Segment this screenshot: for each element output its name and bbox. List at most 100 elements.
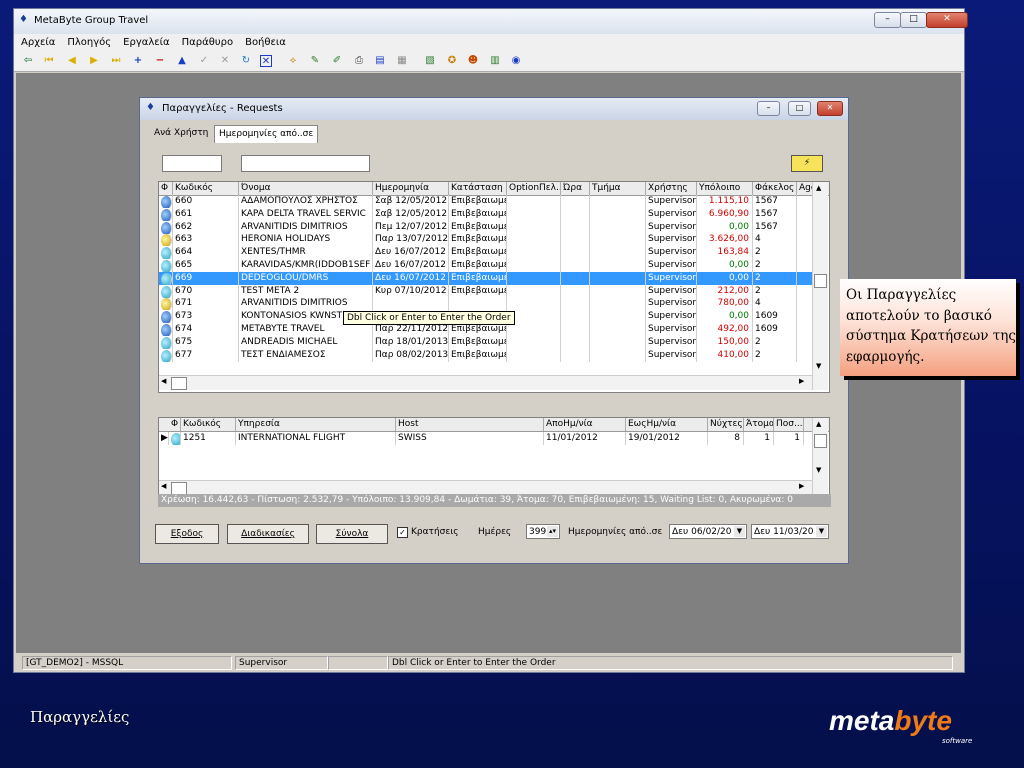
requests-close-button[interactable]: ✕	[817, 101, 843, 116]
minimize-button[interactable]: –	[874, 12, 901, 28]
add-icon[interactable]: +	[132, 55, 144, 67]
menu-files[interactable]: Αρχεία	[14, 34, 60, 48]
services-col-header[interactable]: Ποσ...	[774, 418, 804, 431]
requests-col-header[interactable]: OptionΠελ..	[507, 182, 561, 195]
date-from-picker[interactable]: Δευ 06/02/20 ▼	[669, 524, 747, 539]
requests-col-header[interactable]: Φάκελος	[753, 182, 797, 195]
tab-by-user[interactable]: Ανά Χρήστη	[150, 125, 212, 142]
help-icon[interactable]: ◉	[510, 55, 522, 67]
requests-col-header[interactable]: Φ	[159, 182, 173, 195]
services-col-header[interactable]: Κωδικός	[181, 418, 236, 431]
requests-col-header[interactable]: Υπόλοιπο	[697, 182, 753, 195]
services-scroll-down-icon[interactable]: ▼	[816, 466, 821, 474]
requests-col-header[interactable]: Κωδικός	[173, 182, 239, 195]
scroll-left-arrow-icon[interactable]: ◀	[161, 377, 166, 385]
scroll-right-arrow-icon[interactable]: ▶	[799, 377, 804, 385]
services-scroll-right-icon[interactable]: ▶	[799, 482, 804, 490]
menu-window[interactable]: Παράθυρο	[175, 34, 238, 48]
requests-scrollbar-horizontal[interactable]: ◀ ▶	[159, 375, 812, 390]
menu-tools[interactable]: Εργαλεία	[116, 34, 174, 48]
table-row[interactable]: 663 HERONIA HOLIDAYS Παρ 13/07/2012 Επιβεβα…	[159, 233, 814, 247]
filter-add-icon[interactable]: ✎	[309, 55, 321, 67]
tab-date-range[interactable]: Ημερομηνίες από..σε	[214, 125, 319, 143]
services-col-header[interactable]: ΕωςΗμ/νία	[626, 418, 708, 431]
requests-minimize-button[interactable]: –	[757, 101, 780, 116]
services-col-header[interactable]: ΑποΗμ/νία	[544, 418, 626, 431]
exit-icon[interactable]: ⇦	[22, 55, 34, 67]
print-icon[interactable]: ⎙	[353, 55, 365, 67]
services-col-header[interactable]: Φ	[169, 418, 181, 431]
table-row[interactable]: ▶ 1251 INTERNATIONAL FLIGHT SWISS 11/01/2012…	[159, 432, 812, 445]
requests-maximize-button[interactable]: □	[788, 101, 811, 116]
requests-col-header[interactable]: Κατάσταση	[449, 182, 507, 195]
requests-col-header[interactable]: Χρήστης	[646, 182, 697, 195]
totals-button[interactable]: Σύνολα	[316, 524, 388, 544]
table-row[interactable]: 662 ARVANITIDIS DIMITRIOS Πεμ 12/07/2012 Επ…	[159, 220, 814, 234]
table-row[interactable]: 669 DEDEOGLOU/DMRS Δευ 16/07/2012 Επιβεβαιω…	[159, 271, 814, 285]
table-row[interactable]: 664 XENTES/THMR Δευ 16/07/2012 Επιβεβαιωμέ S…	[159, 246, 814, 260]
services-scrollbar-vertical[interactable]: ▲ ▼	[812, 418, 828, 494]
table-row[interactable]: 675 ANDREADIS MICHAEL Παρ 18/01/2013 Επιβεβ…	[159, 335, 814, 349]
date-to-picker[interactable]: Δευ 11/03/20 ▼	[751, 524, 829, 539]
scroll-up-arrow-icon[interactable]: ▲	[816, 184, 821, 192]
date-to-dropdown-icon[interactable]: ▼	[816, 526, 827, 537]
tools-icon[interactable]: ✪	[446, 55, 458, 67]
last-record-icon[interactable]: ⏭	[110, 55, 122, 67]
report-icon[interactable]: ▧	[424, 55, 436, 67]
procedures-button[interactable]: Διαδικασίες	[227, 524, 309, 544]
close-button[interactable]: ✕	[926, 12, 968, 28]
scroll-thumb[interactable]	[814, 274, 827, 288]
services-col-header[interactable]: Νύχτες	[708, 418, 744, 431]
menu-navigator[interactable]: Πλοηγός	[60, 34, 116, 48]
cell-host: SWISS	[396, 432, 544, 445]
filter-icon[interactable]: ⟡	[287, 55, 299, 67]
name-search-input[interactable]	[241, 155, 370, 172]
preview-icon[interactable]: ▤	[374, 55, 386, 67]
tooltip: Dbl Click or Enter to Enter the Order	[343, 311, 515, 325]
scroll-down-arrow-icon[interactable]: ▼	[816, 362, 821, 370]
table-row[interactable]: 660 ΑΔΑΜΟΠΟΥΛΟΣ ΧΡΗΣΤΟΣ Σαβ 12/05/2012 Επιβ…	[159, 195, 814, 208]
services-scroll-left-icon[interactable]: ◀	[161, 482, 166, 490]
table-row[interactable]: 677 ΤΕΣΤ ΕΝΔΙΑΜΕΣΟΣ Παρ 08/02/2013 Επιβεβαι…	[159, 348, 814, 362]
maximize-button[interactable]: □	[900, 12, 927, 28]
code-search-input[interactable]	[162, 155, 222, 172]
exit-button[interactable]: Εξοδος	[155, 524, 219, 544]
cancel-icon[interactable]: ✕	[219, 55, 231, 67]
save-icon[interactable]: ✓	[198, 55, 210, 67]
services-scroll-thumb[interactable]	[814, 434, 827, 448]
edit-icon[interactable]: ▲	[176, 55, 188, 67]
services-col-header[interactable]: Άτομα	[744, 418, 774, 431]
scroll-thumb-horizontal[interactable]	[171, 377, 187, 390]
services-scroll-up-icon[interactable]: ▲	[816, 420, 821, 428]
table-row[interactable]: 671 ARVANITIDIS DIMITRIOS Supervisor 780,00…	[159, 297, 814, 311]
spinner-arrows-icon[interactable]: ▴▾	[547, 526, 558, 537]
requests-col-header[interactable]: Ώρα	[561, 182, 590, 195]
days-spinner[interactable]: 399 ▴▾	[526, 524, 560, 539]
services-col-header[interactable]: Υπηρεσία	[236, 418, 396, 431]
delete-icon[interactable]: −	[154, 55, 166, 67]
requests-scrollbar-vertical[interactable]: ▲ ▼	[812, 182, 828, 390]
requests-col-header[interactable]: Ημερομηνία	[373, 182, 449, 195]
table-row[interactable]: 661 KAPA DELTA TRAVEL SERVIC Σαβ 12/05/201…	[159, 207, 814, 221]
cell-code: 670	[173, 284, 239, 298]
menu-help[interactable]: Βοήθεια	[238, 34, 291, 48]
filter-remove-icon[interactable]: ✐	[331, 55, 343, 67]
services-scrollbar-horizontal[interactable]: ◀ ▶	[159, 480, 812, 495]
users-icon[interactable]: ☻	[467, 55, 479, 67]
next-record-icon[interactable]: ▶	[88, 55, 100, 67]
first-record-icon[interactable]: ⏮	[43, 55, 55, 67]
previous-record-icon[interactable]: ◀	[66, 55, 78, 67]
table-row[interactable]: 665 KARAVIDAS/KMR(IDDOB1SEF Δευ 16/07/2012…	[159, 259, 814, 272]
chart-icon[interactable]: ▥	[489, 55, 501, 67]
table-row[interactable]: 670 TEST META 2 Κυρ 07/10/2012 Επιβεβαιωμέ S…	[159, 284, 814, 298]
services-col-header[interactable]: Host	[396, 418, 544, 431]
requests-col-header[interactable]: Όνομα	[239, 182, 373, 195]
calculator-icon[interactable]: ▦	[396, 55, 408, 67]
reservations-checkbox[interactable]: ✓	[397, 527, 408, 538]
date-from-dropdown-icon[interactable]: ▼	[734, 526, 745, 537]
clear-filter-icon[interactable]: ✕	[260, 55, 272, 67]
refresh-icon[interactable]: ↻	[240, 55, 252, 67]
requests-col-header[interactable]: Τμήμα	[590, 182, 646, 195]
quick-action-button[interactable]: ⚡	[791, 155, 823, 172]
cell-folder: 2	[753, 284, 797, 298]
